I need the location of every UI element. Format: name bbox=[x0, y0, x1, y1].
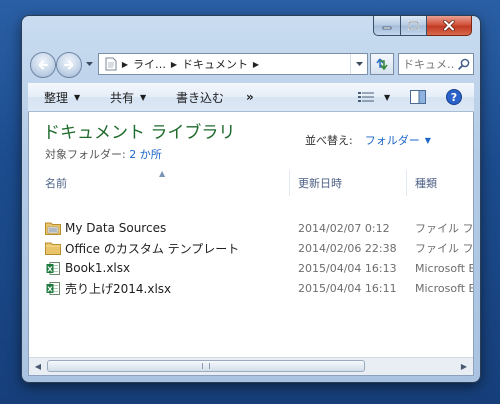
refresh-icon bbox=[376, 58, 388, 71]
documents-location-icon bbox=[103, 56, 119, 72]
view-options-button[interactable]: ▼ bbox=[358, 83, 390, 111]
preview-pane-button[interactable] bbox=[410, 83, 426, 111]
file-row[interactable]: X Book1.xlsx 2015/04/04 16:13 Microsoft … bbox=[29, 258, 474, 278]
chevron-down-icon: ▼ bbox=[74, 92, 81, 102]
preview-pane-icon bbox=[410, 90, 426, 104]
excel-file-icon: X bbox=[45, 280, 61, 296]
file-type: Microsoft E bbox=[415, 281, 474, 295]
refresh-button[interactable] bbox=[370, 53, 394, 75]
caption-buttons bbox=[373, 16, 472, 36]
search-icon[interactable] bbox=[458, 58, 470, 70]
help-button[interactable]: ? bbox=[446, 83, 462, 111]
breadcrumb-chevron-icon[interactable]: ▶ bbox=[250, 60, 262, 69]
file-row[interactable]: X 売り上げ2014.xlsx 2015/04/04 16:11 Microso… bbox=[29, 278, 474, 298]
recent-pages-dropdown[interactable] bbox=[84, 59, 94, 69]
burn-button[interactable]: 書き込む bbox=[176, 83, 224, 111]
file-row[interactable]: My Data Sources 2014/02/07 0:12 ファイル フ bbox=[29, 218, 474, 238]
navigation-row: ▶ ライ… ▶ ドキュメント ▶ bbox=[28, 50, 474, 80]
maximize-button[interactable] bbox=[401, 16, 427, 36]
arrange-by-label: 並べ替え: bbox=[305, 134, 353, 147]
svg-text:X: X bbox=[47, 285, 53, 293]
breadcrumb-libraries[interactable]: ライ… bbox=[131, 56, 168, 72]
chevron-down-icon: ▼ bbox=[140, 92, 147, 102]
file-date: 2014/02/06 22:38 bbox=[298, 241, 397, 255]
back-button[interactable] bbox=[30, 52, 56, 78]
search-input[interactable] bbox=[403, 57, 455, 71]
address-bar[interactable]: ▶ ライ… ▶ ドキュメント ▶ bbox=[98, 53, 368, 75]
excel-file-icon: X bbox=[45, 260, 61, 276]
scrollbar-thumb[interactable] bbox=[47, 360, 365, 372]
grip-icon bbox=[202, 363, 210, 369]
burn-label: 書き込む bbox=[176, 90, 225, 105]
file-type: ファイル フ bbox=[415, 222, 474, 235]
column-date-label: 更新日時 bbox=[298, 177, 342, 190]
file-name-cell: X 売り上げ2014.xlsx bbox=[45, 278, 277, 298]
details-view-icon bbox=[358, 92, 374, 102]
column-type-label: 種類 bbox=[415, 177, 437, 190]
organize-label: 整理 bbox=[44, 90, 69, 105]
chevron-down-icon bbox=[355, 61, 363, 66]
minimize-icon bbox=[382, 26, 392, 29]
explorer-window: ▶ ライ… ▶ ドキュメント ▶ 整理 ▼ 共有 ▼ bbox=[22, 16, 480, 382]
file-name-cell: Office のカスタム テンプレート bbox=[45, 238, 277, 258]
back-arrow-icon bbox=[38, 60, 48, 70]
scroll-right-icon[interactable]: ▶ bbox=[456, 359, 472, 373]
includes-label: 対象フォルダー: bbox=[45, 148, 126, 161]
chevron-down-icon: ▼ bbox=[384, 92, 391, 102]
includes-locations-link[interactable]: 2 か所 bbox=[129, 148, 162, 161]
maximize-icon bbox=[408, 21, 419, 30]
file-type: Microsoft E bbox=[415, 261, 474, 275]
svg-text:X: X bbox=[47, 265, 53, 273]
close-icon bbox=[443, 20, 455, 31]
breadcrumb-documents[interactable]: ドキュメント bbox=[180, 56, 250, 72]
share-label: 共有 bbox=[110, 90, 135, 105]
arrange-by: 並べ替え: フォルダー ▼ bbox=[305, 132, 431, 148]
help-icon: ? bbox=[446, 89, 462, 105]
file-name: My Data Sources bbox=[65, 221, 167, 235]
library-title: ドキュメント ライブラリ bbox=[43, 123, 236, 143]
column-header-name[interactable]: 名前 bbox=[37, 170, 277, 196]
share-menu[interactable]: 共有 ▼ bbox=[110, 83, 146, 111]
file-date: 2015/04/04 16:13 bbox=[298, 261, 397, 275]
organize-menu[interactable]: 整理 ▼ bbox=[44, 83, 80, 111]
forward-arrow-icon bbox=[64, 60, 74, 70]
breadcrumb-chevron-icon[interactable]: ▶ bbox=[119, 60, 131, 69]
horizontal-scrollbar[interactable]: ◀ ▶ bbox=[29, 357, 473, 375]
more-commands-button[interactable]: » bbox=[246, 83, 254, 111]
more-label: » bbox=[246, 90, 254, 104]
close-button[interactable] bbox=[427, 16, 472, 36]
chevron-down-icon bbox=[85, 61, 93, 66]
column-header-date[interactable]: 更新日時 bbox=[290, 170, 406, 196]
file-type: ファイル フ bbox=[415, 242, 474, 255]
file-name-cell: X Book1.xlsx bbox=[45, 258, 277, 278]
search-box[interactable] bbox=[398, 53, 474, 75]
file-date: 2014/02/07 0:12 bbox=[298, 221, 390, 235]
file-date: 2015/04/04 16:11 bbox=[298, 281, 397, 295]
chevron-down-icon[interactable]: ▼ bbox=[425, 136, 431, 145]
minimize-button[interactable] bbox=[373, 16, 401, 36]
folder-icon bbox=[45, 240, 61, 256]
column-header-type[interactable]: 種類 bbox=[407, 170, 473, 196]
column-name-label: 名前 bbox=[45, 177, 67, 190]
file-list-pane: ドキュメント ライブラリ 対象フォルダー: 2 か所 並べ替え: フォルダー ▼… bbox=[28, 112, 474, 376]
column-headers: ▲ 名前 更新日時 種類 bbox=[29, 169, 473, 196]
file-row[interactable]: Office のカスタム テンプレート 2014/02/06 22:38 ファイ… bbox=[29, 238, 474, 258]
file-name: 売り上げ2014.xlsx bbox=[65, 281, 172, 296]
scroll-left-icon[interactable]: ◀ bbox=[30, 359, 46, 373]
data-sources-folder-icon bbox=[45, 220, 61, 236]
file-name: Book1.xlsx bbox=[65, 261, 131, 275]
file-name-cell: My Data Sources bbox=[45, 218, 277, 238]
address-dropdown-button[interactable] bbox=[350, 54, 367, 74]
forward-button[interactable] bbox=[56, 52, 82, 78]
library-includes: 対象フォルダー: 2 か所 bbox=[45, 146, 162, 162]
svg-text:?: ? bbox=[451, 91, 457, 104]
command-bar: 整理 ▼ 共有 ▼ 書き込む » ▼ ? bbox=[28, 82, 474, 112]
file-name: Office のカスタム テンプレート bbox=[65, 241, 240, 256]
breadcrumb-chevron-icon[interactable]: ▶ bbox=[168, 60, 180, 69]
arrange-by-link[interactable]: フォルダー bbox=[365, 132, 420, 148]
